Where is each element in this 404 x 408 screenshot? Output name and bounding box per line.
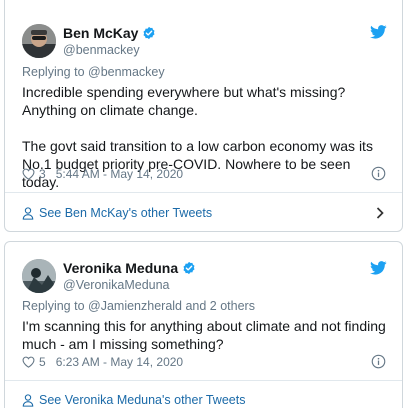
author-name[interactable]: Veronika Meduna [63, 260, 178, 276]
author-avatar[interactable] [22, 24, 56, 58]
verified-badge-icon [183, 261, 195, 275]
replying-prefix: Replying to [22, 299, 89, 313]
chevron-right-icon[interactable] [376, 207, 384, 219]
author-name[interactable]: Ben McKay [63, 25, 138, 41]
tweet-body: Replying to @Jamienzherald and 2 others … [22, 298, 388, 353]
like-count[interactable]: 5 [39, 355, 46, 369]
divider [5, 380, 402, 381]
other-tweets-label[interactable]: See Ben McKay's other Tweets [39, 206, 212, 220]
author-handle: @benmackey [63, 43, 140, 57]
heart-icon[interactable] [22, 168, 35, 180]
other-tweets-link[interactable]: See Veronika Meduna's other Tweets [22, 391, 388, 408]
verified-badge-icon [143, 26, 155, 40]
info-icon[interactable] [371, 354, 386, 369]
replying-prefix: Replying to [22, 65, 89, 79]
replying-to: Replying to @Jamienzherald and 2 others [22, 298, 388, 314]
replying-mention[interactable]: @Jamienzherald and 2 others [88, 299, 255, 313]
author-info[interactable]: Ben McKay @benmackey [63, 25, 156, 58]
heart-icon[interactable] [22, 356, 35, 368]
tweet-meta: 3 5:44 AM - May 14, 2020 [22, 166, 388, 182]
tweet-header: Ben McKay @benmackey [5, 0, 402, 58]
author-info[interactable]: Veronika Meduna @VeronikaMeduna [63, 260, 196, 293]
tweet-meta: 5 6:23 AM - May 14, 2020 [22, 354, 388, 370]
other-tweets-label[interactable]: See Veronika Meduna's other Tweets [39, 393, 245, 407]
tweet-timestamp[interactable]: 5:44 AM - May 14, 2020 [56, 167, 183, 181]
other-tweets-link[interactable]: See Ben McKay's other Tweets [22, 204, 388, 222]
person-icon [22, 206, 34, 220]
tweet-header: Veronika Meduna @VeronikaMeduna [5, 242, 402, 298]
twitter-bird-icon[interactable] [370, 25, 387, 39]
tweet-timestamp[interactable]: 6:23 AM - May 14, 2020 [56, 355, 183, 369]
tweet-card: Veronika Meduna @VeronikaMeduna Replying… [4, 241, 403, 408]
author-handle: @VeronikaMeduna [63, 278, 170, 292]
twitter-bird-icon[interactable] [370, 261, 387, 275]
tweet-text: I'm scanning this for anything about cli… [22, 318, 386, 352]
info-icon[interactable] [371, 166, 386, 181]
divider [5, 192, 402, 193]
person-icon [22, 393, 34, 407]
tweet-card: Ben McKay @benmackey Replying to @benmac… [4, 0, 403, 232]
replying-mention[interactable]: @benmackey [88, 65, 165, 79]
author-avatar[interactable] [22, 259, 56, 293]
replying-to: Replying to @benmackey [22, 64, 388, 80]
like-count[interactable]: 3 [39, 167, 46, 181]
